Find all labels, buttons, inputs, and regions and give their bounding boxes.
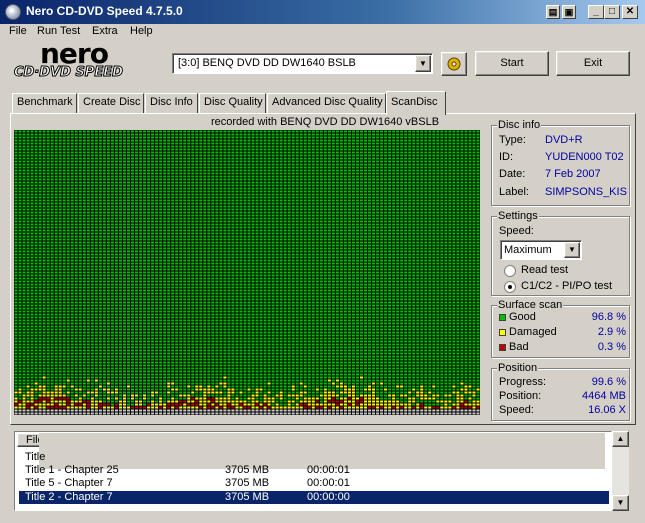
- speed-value: 16.06 X: [588, 404, 626, 416]
- menu-run-test[interactable]: Run Test: [37, 25, 80, 37]
- disc-label-value: SIMPSONS_KIS:: [545, 186, 627, 198]
- position-label: Position:: [499, 390, 542, 402]
- cd-dvd-speed-logo: CD·DVD SPEED: [14, 65, 124, 80]
- tab-scandisc[interactable]: ScanDisc: [386, 91, 446, 115]
- file-row-name: Title 5 - Chapter 7: [25, 477, 113, 489]
- file-row[interactable]: Title 5 - Chapter 7 3705 MB 00:00:01: [19, 477, 609, 490]
- id-value: YUDEN000 T02: [545, 151, 624, 163]
- good-swatch-icon: [499, 314, 506, 321]
- menu-extra[interactable]: Extra: [92, 25, 118, 37]
- file-row-name: Title 2 - Chapter 7: [25, 491, 113, 503]
- scroll-down-icon[interactable]: ▼: [612, 495, 629, 511]
- bad-swatch-icon: [499, 344, 506, 351]
- damaged-value: 2.9 %: [597, 326, 626, 338]
- file-row-time: 00:00:00: [307, 491, 350, 503]
- good-label: Good: [509, 311, 536, 323]
- scan-grid: [14, 130, 480, 415]
- progress-label: Progress:: [499, 376, 547, 388]
- position-title: Position: [497, 362, 539, 374]
- save-icon[interactable]: ▣: [562, 5, 576, 19]
- read-test-radio[interactable]: [504, 265, 516, 277]
- tab-disc-quality[interactable]: Disc Quality: [199, 93, 266, 113]
- c1c2-label: C1/C2 - PI/PO test: [521, 280, 613, 292]
- help-icon[interactable]: ▤: [546, 5, 560, 19]
- app-disc-icon: [5, 4, 21, 20]
- drive-select-value: [3:0] BENQ DVD DD DW1640 BSLB: [178, 57, 356, 69]
- drive-info-button[interactable]: [441, 52, 467, 76]
- read-test-label: Read test: [521, 264, 569, 276]
- scroll-up-icon[interactable]: ▲: [612, 431, 629, 447]
- file-row-name: Title 1 - Chapter 25: [25, 464, 119, 476]
- bad-value: 0.3 %: [597, 341, 626, 353]
- type-value: DVD+R: [545, 134, 583, 146]
- id-label: ID:: [499, 151, 514, 163]
- start-button[interactable]: Start: [475, 51, 549, 76]
- damaged-label: Damaged: [509, 326, 557, 338]
- speed-setting-label: Speed:: [499, 225, 534, 237]
- radio-dot-icon: [508, 285, 512, 289]
- surface-scan-title: Surface scan: [497, 299, 564, 311]
- menu-file[interactable]: File: [9, 25, 27, 37]
- position-value: 4464 MB: [581, 390, 626, 402]
- tab-disc-info[interactable]: Disc Info: [145, 93, 198, 113]
- file-row-size: 3705 MB: [225, 491, 270, 503]
- nero-logo: nero: [40, 37, 109, 70]
- minimize-button[interactable]: _: [588, 5, 604, 19]
- progress-value: 99.6 %: [591, 376, 626, 388]
- file-row-time: 00:00:01: [307, 464, 350, 476]
- file-row[interactable]: Title 2 - Chapter 7 3705 MB 00:00:00: [19, 491, 609, 504]
- tab-advanced-disc-quality[interactable]: Advanced Disc Quality: [267, 93, 386, 113]
- window-title: Nero CD-DVD Speed 4.7.5.0: [26, 4, 183, 18]
- close-button[interactable]: ✕: [622, 5, 638, 19]
- file-row-name: Title: [25, 451, 46, 463]
- file-row-size: 3705 MB: [225, 464, 270, 476]
- vertical-scrollbar[interactable]: ▲ ▼: [612, 431, 629, 511]
- type-label: Type:: [499, 134, 526, 146]
- drive-select[interactable]: [3:0] BENQ DVD DD DW1640 BSLB ▼: [172, 53, 433, 74]
- file-row-size: 3705 MB: [225, 477, 270, 489]
- date-value: 7 Feb 2007: [545, 168, 601, 180]
- speed-select[interactable]: Maximum ▼: [500, 240, 582, 260]
- good-value: 96.8 %: [591, 311, 626, 323]
- tab-create-disc[interactable]: Create Disc: [78, 93, 144, 113]
- disc-info-title: Disc info: [497, 119, 542, 131]
- file-row-time: 00:00:01: [307, 477, 350, 489]
- date-label: Date:: [499, 168, 526, 180]
- settings-title: Settings: [497, 210, 539, 222]
- maximize-button[interactable]: □: [604, 5, 620, 19]
- file-list[interactable]: File Title Title 1 - Chapter 25 3705 MB 00:…: [14, 431, 612, 511]
- tab-benchmark[interactable]: Benchmark: [12, 93, 77, 113]
- file-row[interactable]: Title 1 - Chapter 25 3705 MB 00:00:01: [19, 464, 609, 477]
- speed-select-value: Maximum: [504, 244, 552, 256]
- file-row[interactable]: Title: [19, 451, 609, 464]
- speed-label: Speed:: [499, 404, 534, 416]
- c1c2-radio[interactable]: [504, 281, 516, 293]
- exit-button[interactable]: Exit: [556, 51, 630, 76]
- disc-label-label: Label:: [499, 186, 529, 198]
- menu-help[interactable]: Help: [130, 25, 153, 37]
- chevron-down-icon[interactable]: ▼: [564, 242, 580, 258]
- bad-label: Bad: [509, 341, 529, 353]
- drive-icon: [447, 57, 461, 71]
- damaged-swatch-icon: [499, 329, 506, 336]
- recorded-with-label: recorded with BENQ DVD DD DW1640 vBSLB: [211, 116, 440, 128]
- chevron-down-icon[interactable]: ▼: [415, 55, 431, 72]
